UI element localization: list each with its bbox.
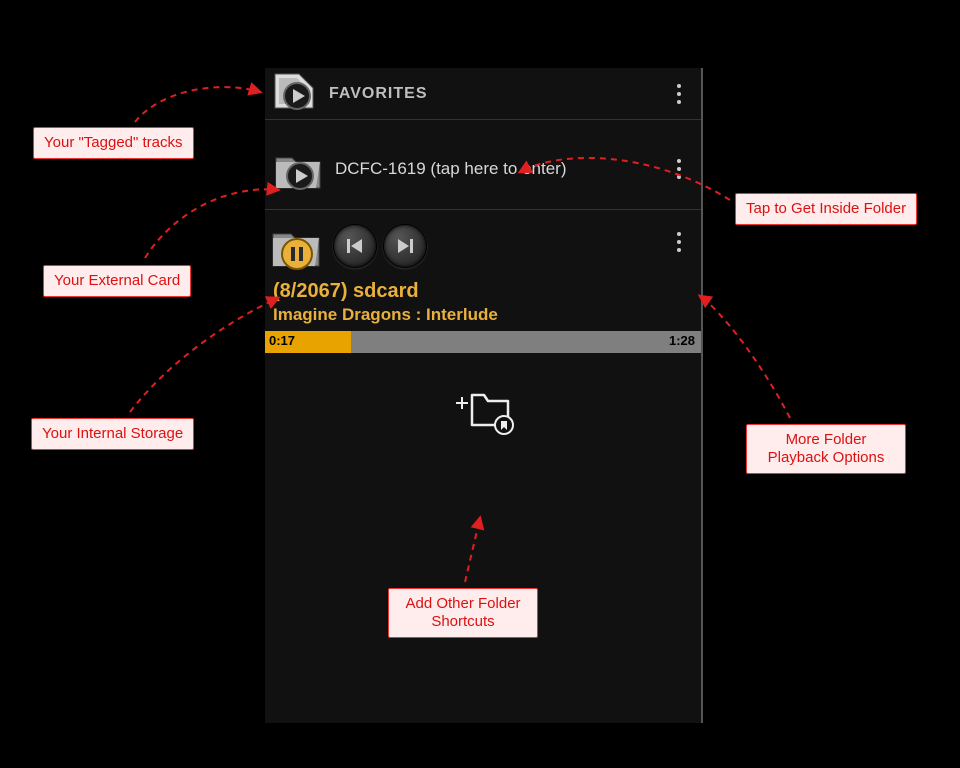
track-title: Imagine Dragons : Interlude xyxy=(273,305,693,325)
tagged-tracks-icon[interactable] xyxy=(265,68,325,120)
folder-menu-button[interactable] xyxy=(669,149,689,189)
add-folder-shortcut-button[interactable] xyxy=(448,381,518,435)
favorites-label: FAVORITES xyxy=(329,85,428,103)
progress-bar[interactable]: 0:17 1:28 xyxy=(265,331,701,353)
elapsed-time: 0:17 xyxy=(269,333,295,348)
folder-label: DCFC-1619 (tap here to enter) xyxy=(335,159,567,179)
favorites-row[interactable]: FAVORITES xyxy=(265,68,701,120)
current-folder-pause-icon[interactable] xyxy=(267,220,327,272)
callout-more-options: More Folder Playback Options xyxy=(746,424,906,474)
total-time: 1:28 xyxy=(669,333,695,348)
next-track-button[interactable] xyxy=(383,224,427,268)
track-counter: (8/2067) sdcard xyxy=(273,280,693,303)
callout-external: Your External Card xyxy=(43,265,191,297)
now-playing-section: (8/2067) sdcard Imagine Dragons : Interl… xyxy=(265,210,701,435)
now-playing-menu-button[interactable] xyxy=(669,222,689,262)
folder-row[interactable]: DCFC-1619 (tap here to enter) xyxy=(265,120,701,210)
callout-tagged: Your "Tagged" tracks xyxy=(33,127,194,159)
callout-inside: Tap to Get Inside Folder xyxy=(735,193,917,225)
callout-add-shortcut: Add Other Folder Shortcuts xyxy=(388,588,538,638)
folder-play-icon[interactable] xyxy=(265,144,335,194)
favorites-menu-button[interactable] xyxy=(669,74,689,114)
previous-track-button[interactable] xyxy=(333,224,377,268)
callout-internal: Your Internal Storage xyxy=(31,418,194,450)
